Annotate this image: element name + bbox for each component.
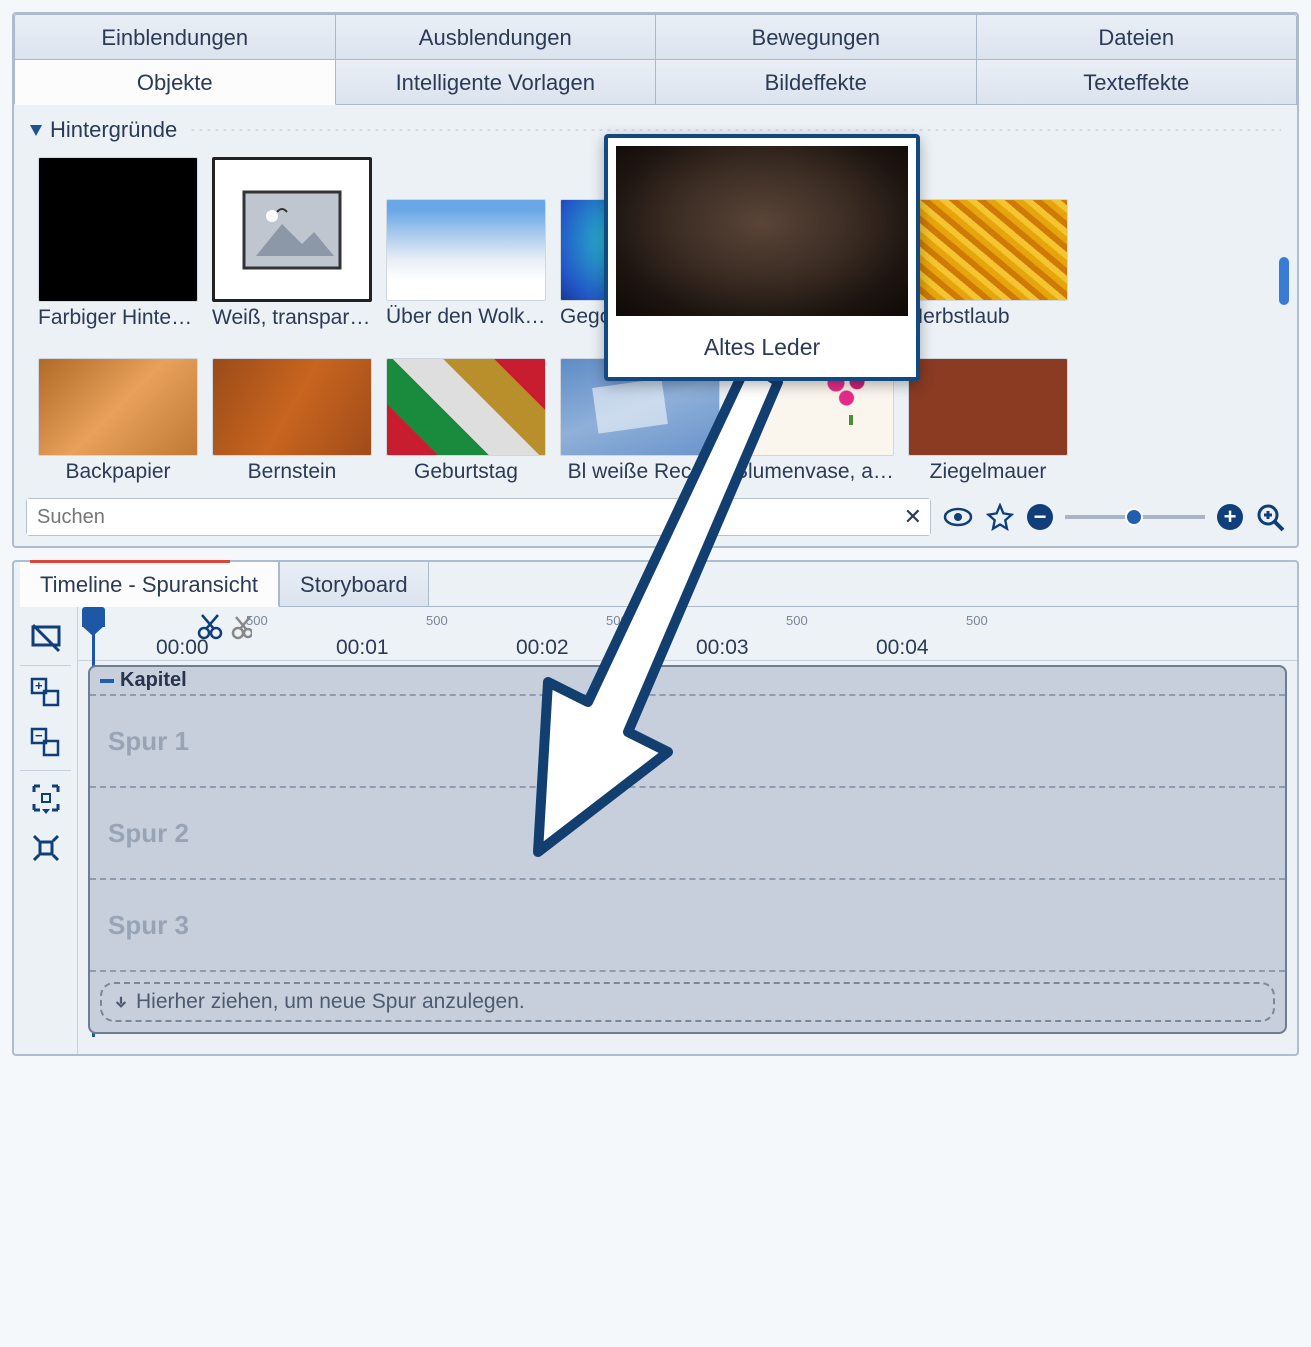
gallery-item[interactable]: Herbstlaub <box>908 157 1068 330</box>
tab-bildeffekte[interactable]: Bildeffekte <box>656 60 977 105</box>
tab-intelligente-vorlagen[interactable]: Intelligente Vorlagen <box>336 60 657 105</box>
new-track-dropzone[interactable]: Hierher ziehen, um neue Spur anzulegen. <box>100 982 1275 1022</box>
gallery-item-label: Über den Wolken <box>386 305 546 329</box>
section-title: Hintergründe <box>50 117 177 143</box>
gallery-item-label: Weiß, transparent <box>212 306 372 330</box>
tab-einblendungen[interactable]: Einblendungen <box>14 14 336 60</box>
svg-text:−: − <box>35 728 43 743</box>
tab-objekte[interactable]: Objekte <box>14 60 336 105</box>
tool-zoom-selection-icon[interactable] <box>14 773 77 823</box>
star-icon[interactable] <box>985 502 1015 532</box>
ruler-major: 00:00 <box>156 636 209 660</box>
gallery-item-label: Backpapier <box>38 460 198 484</box>
ruler-minor: 500 <box>246 613 268 628</box>
tab-bewegungen[interactable]: Bewegungen <box>656 14 977 60</box>
zoom-slider[interactable] <box>1065 515 1205 519</box>
thumb-transparent <box>212 157 372 302</box>
tab-texteffekte[interactable]: Texteffekte <box>977 60 1298 105</box>
zoom-in-icon[interactable]: + <box>1217 504 1243 530</box>
thumb-autumn <box>908 199 1068 301</box>
ruler-major: 00:04 <box>876 636 929 660</box>
zoom-out-icon[interactable]: − <box>1027 504 1053 530</box>
thumb-black <box>38 157 198 302</box>
tool-insert-icon[interactable]: + <box>14 668 77 718</box>
gallery-item-label: Bernstein <box>212 460 372 484</box>
thumb-paper <box>38 358 198 456</box>
section-divider <box>189 128 1281 132</box>
top-tab-row-1: Einblendungen Ausblendungen Bewegungen D… <box>14 14 1297 60</box>
top-tab-row-2: Objekte Intelligente Vorlagen Bildeffekt… <box>14 60 1297 105</box>
tab-dateien[interactable]: Dateien <box>977 14 1298 60</box>
zoom-knob[interactable] <box>1125 508 1143 526</box>
chapter-label: Kapitel <box>120 669 187 692</box>
tab-timeline[interactable]: Timeline - Spuransicht <box>20 562 279 607</box>
preview-tooltip: Altes Leder <box>604 134 920 381</box>
ruler-minor: 500 <box>426 613 448 628</box>
gallery-item[interactable]: Ziegelmauer <box>908 358 1068 484</box>
ruler-major: 00:01 <box>336 636 389 660</box>
tab-storyboard[interactable]: Storyboard <box>279 562 429 607</box>
gallery-item[interactable]: Bernstein <box>212 358 372 484</box>
image-placeholder-icon <box>242 190 342 270</box>
gallery-item-label: Herbstlaub <box>908 305 1068 329</box>
gallery-item[interactable]: Weiß, transparent <box>212 157 372 330</box>
track-row[interactable]: Spur 3 <box>90 880 1285 972</box>
collapse-icon[interactable] <box>30 125 42 136</box>
drop-hint-text: Hierher ziehen, um neue Spur anzulegen. <box>136 990 525 1014</box>
eye-icon[interactable] <box>943 502 973 532</box>
ruler-minor: 500 <box>966 613 988 628</box>
gallery-item[interactable]: Backpapier <box>38 358 198 484</box>
scroll-thumb[interactable] <box>1279 257 1289 305</box>
arrow-down-icon <box>114 995 128 1009</box>
thumb-brick <box>908 358 1068 456</box>
tab-ausblendungen[interactable]: Ausblendungen <box>336 14 657 60</box>
tooltip-thumb <box>616 146 908 316</box>
drag-arrow-icon <box>448 352 788 872</box>
thumb-amber <box>212 358 372 456</box>
chapter-collapse-icon[interactable] <box>100 679 114 683</box>
gallery-scrollbar[interactable] <box>1279 257 1289 424</box>
thumb-clouds <box>386 199 546 301</box>
gallery-item[interactable]: Farbiger Hinterg… <box>38 157 198 330</box>
gallery-item-label: Ziegelmauer <box>908 460 1068 484</box>
clear-icon[interactable]: ✕ <box>904 504 922 530</box>
timeline-tools: + − <box>14 607 78 1054</box>
gallery-item[interactable]: Über den Wolken <box>386 157 546 330</box>
zoom-fit-icon[interactable] <box>1255 502 1285 532</box>
tool-remove-icon[interactable]: − <box>14 718 77 768</box>
tooltip-label: Altes Leder <box>608 324 916 377</box>
svg-text:+: + <box>35 678 43 693</box>
tool-zoom-fit-icon[interactable] <box>14 823 77 873</box>
ruler-minor: 500 <box>786 613 808 628</box>
tool-cut-icon[interactable] <box>14 613 77 663</box>
gallery-item-label: Farbiger Hinterg… <box>38 306 198 330</box>
